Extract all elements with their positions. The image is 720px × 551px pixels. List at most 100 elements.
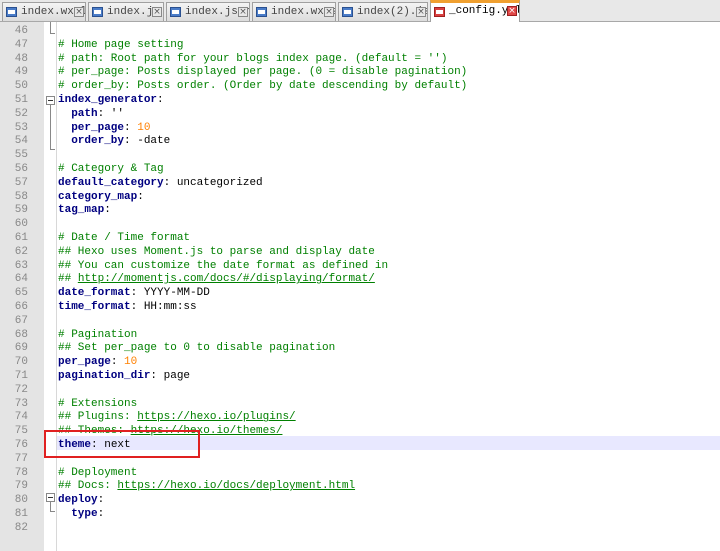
code-token: : bbox=[97, 508, 105, 520]
code-line[interactable]: type: bbox=[58, 507, 104, 521]
yaml-key: per_page bbox=[58, 356, 111, 369]
code-comment: # Date / Time format bbox=[58, 232, 191, 244]
line-number: 51 bbox=[14, 94, 28, 106]
code-comment: # path: Root path for your blogs index p… bbox=[58, 52, 448, 65]
code-comment: # Extensions bbox=[58, 397, 138, 410]
code-line[interactable]: ## Plugins: https://hexo.io/plugins/ bbox=[58, 410, 296, 424]
line-number: 59 bbox=[14, 204, 28, 217]
code-line[interactable]: # Category & Tag bbox=[58, 162, 164, 176]
code-line[interactable]: # path: Root path for your blogs index p… bbox=[58, 52, 447, 66]
tab-index-wxss[interactable]: index.wxss × bbox=[252, 2, 336, 21]
code-link[interactable]: https://hexo.io/plugins/ bbox=[137, 411, 295, 423]
code-line[interactable]: pagination_dir: page bbox=[58, 369, 190, 383]
code-token: : HH:mm:ss bbox=[130, 301, 197, 313]
code-line[interactable]: ## Hexo uses Moment.js to parse and disp… bbox=[58, 245, 375, 259]
code-token: : page bbox=[150, 370, 191, 382]
yaml-key: tag_map bbox=[58, 204, 105, 217]
yaml-key: order_by bbox=[58, 135, 125, 148]
line-number: 47 bbox=[14, 38, 28, 51]
code-line[interactable]: index_generator: bbox=[58, 93, 164, 107]
line-number: 75 bbox=[14, 425, 28, 438]
line-number: 48 bbox=[14, 52, 28, 65]
close-icon[interactable]: × bbox=[152, 7, 162, 17]
code-link[interactable]: https://hexo.io/themes/ bbox=[131, 425, 283, 437]
line-number: 63 bbox=[14, 259, 28, 272]
line-number: 65 bbox=[14, 287, 28, 300]
line-number: 56 bbox=[14, 163, 28, 175]
line-number: 77 bbox=[14, 452, 28, 465]
tab-bar: index.wxml × index.js × index.json × ind… bbox=[0, 0, 720, 22]
line-number: 68 bbox=[14, 328, 28, 341]
code-line[interactable]: # order_by: Posts order. (Order by date … bbox=[58, 79, 467, 93]
code-comment: ## bbox=[58, 273, 78, 286]
line-number: 82 bbox=[14, 521, 28, 534]
code-line[interactable]: deploy: bbox=[58, 493, 104, 507]
close-icon[interactable]: × bbox=[507, 6, 517, 16]
line-number: 54 bbox=[14, 135, 28, 148]
close-icon[interactable]: × bbox=[416, 7, 426, 17]
tab-config-yml[interactable]: _config.yml × bbox=[430, 0, 520, 22]
code-line[interactable]: ## Themes: https://hexo.io/themes/ bbox=[58, 424, 282, 438]
code-line[interactable]: date_format: YYYY-MM-DD bbox=[58, 286, 210, 300]
tab-index-json[interactable]: index.json × bbox=[166, 2, 250, 21]
code-line[interactable]: # Deployment bbox=[58, 466, 137, 480]
code-link[interactable]: http://momentjs.com/docs/#/displaying/fo… bbox=[78, 273, 375, 285]
code-line[interactable]: ## http://momentjs.com/docs/#/displaying… bbox=[58, 272, 375, 286]
fold-toggle-icon[interactable] bbox=[46, 96, 55, 105]
tab-index-wxml[interactable]: index.wxml × bbox=[2, 2, 86, 21]
tab-index-js[interactable]: index.js × bbox=[88, 2, 164, 21]
code-line[interactable]: theme: next bbox=[58, 438, 131, 452]
code-line[interactable]: # Pagination bbox=[58, 328, 137, 342]
code-line[interactable]: time_format: HH:mm:ss bbox=[58, 300, 197, 314]
file-icon bbox=[342, 7, 353, 17]
line-number: 61 bbox=[14, 232, 28, 244]
code-line[interactable]: # Date / Time format bbox=[58, 231, 190, 245]
close-icon[interactable]: × bbox=[324, 7, 334, 17]
code-line[interactable]: per_page: 10 bbox=[58, 121, 150, 135]
close-icon[interactable]: × bbox=[238, 7, 248, 17]
code-token: : bbox=[97, 494, 105, 507]
code-line[interactable]: per_page: 10 bbox=[58, 355, 137, 369]
line-number: 49 bbox=[14, 66, 28, 79]
code-token: 10 bbox=[124, 356, 138, 369]
code-link[interactable]: https://hexo.io/docs/deployment.html bbox=[117, 480, 355, 492]
line-number: 58 bbox=[14, 190, 28, 203]
code-comment: ## Plugins: bbox=[58, 411, 138, 424]
line-number: 76 bbox=[14, 439, 28, 451]
line-number: 70 bbox=[14, 356, 28, 369]
tab-index2-js[interactable]: index(2).js × bbox=[338, 2, 428, 21]
code-token: : bbox=[137, 190, 144, 203]
fold-toggle-icon[interactable] bbox=[46, 493, 55, 502]
code-token: 10 bbox=[137, 121, 151, 134]
code-line[interactable]: # Extensions bbox=[58, 397, 137, 411]
code-comment: # Category & Tag bbox=[58, 163, 164, 175]
code-comment: # Home page setting bbox=[58, 38, 184, 51]
fold-end-marker bbox=[50, 33, 55, 34]
code-line[interactable]: ## You can customize the date format as … bbox=[58, 259, 388, 273]
code-line[interactable]: # Home page setting bbox=[58, 38, 183, 52]
line-number: 57 bbox=[14, 176, 28, 189]
close-icon[interactable]: × bbox=[74, 7, 84, 17]
yaml-key: index_generator bbox=[58, 94, 158, 106]
line-number: 81 bbox=[14, 508, 28, 520]
code-editor[interactable]: # Home page setting # path: Root path for… bbox=[58, 22, 718, 551]
yaml-key: pagination_dir bbox=[58, 370, 151, 382]
line-number: 46 bbox=[14, 25, 28, 37]
code-line[interactable]: order_by: -date bbox=[58, 134, 170, 148]
code-line[interactable]: tag_map: bbox=[58, 203, 111, 217]
line-number: 71 bbox=[14, 370, 28, 382]
code-comment: # Deployment bbox=[58, 466, 138, 479]
code-line[interactable]: default_category: uncategorized bbox=[58, 176, 263, 190]
yaml-key: per_page bbox=[58, 121, 125, 134]
code-line[interactable]: # per_page: Posts displayed per page. (0… bbox=[58, 65, 467, 79]
code-line[interactable]: path: '' bbox=[58, 107, 124, 121]
code-line[interactable]: category_map: bbox=[58, 190, 144, 204]
line-number: 50 bbox=[14, 80, 28, 93]
code-line[interactable]: ## Set per_page to 0 to disable paginati… bbox=[58, 341, 335, 355]
line-number: 79 bbox=[14, 480, 28, 493]
code-comment: ## Themes: bbox=[58, 425, 131, 438]
file-icon bbox=[92, 7, 103, 17]
line-number: 73 bbox=[14, 397, 28, 410]
yaml-key: deploy bbox=[58, 494, 98, 507]
code-line[interactable]: ## Docs: https://hexo.io/docs/deployment… bbox=[58, 479, 355, 493]
